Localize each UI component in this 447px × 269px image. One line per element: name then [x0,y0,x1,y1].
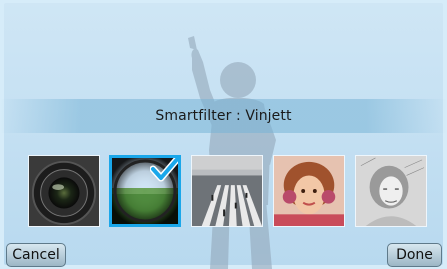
crosswalk-image [192,156,262,226]
checkmark-icon [150,158,178,182]
cancel-button[interactable]: Cancel [6,243,66,267]
filter-title-bar: Smartfilter : Vinjett [0,99,447,133]
girl-headphones-image [274,156,344,226]
child-silhouette-image [188,36,276,269]
done-button[interactable]: Done [387,243,442,267]
camera-screen: Smartfilter : Vinjett Cancel Done [0,0,447,269]
filter-thumb-vinjett[interactable] [109,155,181,227]
filter-thumb-sketch[interactable] [355,155,427,227]
filter-thumb-soft-focus[interactable] [273,155,345,227]
filter-thumb-miniature[interactable] [191,155,263,227]
sketch-portrait-image [356,156,426,226]
filter-thumb-fisheye[interactable] [28,155,100,227]
filter-title: Smartfilter : Vinjett [155,108,292,124]
camera-lens-icon [29,156,99,226]
